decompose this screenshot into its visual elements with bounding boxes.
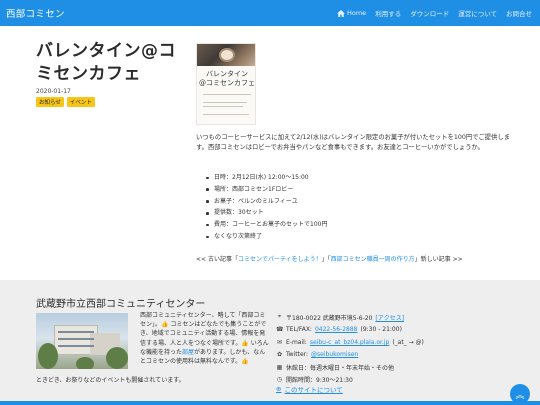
article-date: 2020-01-17 bbox=[36, 88, 71, 95]
building-photo bbox=[36, 313, 128, 369]
twitter-row: ✿ Twitter: @seibukomisen bbox=[276, 351, 359, 359]
nav-item-contact[interactable]: お問合せ bbox=[506, 8, 532, 18]
info-icon: ⊕ bbox=[276, 385, 282, 393]
list-item: お菓子：ペルンのミルフィーユ bbox=[206, 196, 327, 208]
home-icon bbox=[337, 9, 345, 17]
double-chevron-up-icon: ︽ bbox=[515, 390, 525, 401]
thumbs-up-icon: 👍 bbox=[241, 358, 249, 366]
poster-text-line bbox=[203, 114, 249, 115]
event-details-list: 日時：2月12日(水) 12:00～15:00 場所：西部コミセン1Fロビー お… bbox=[206, 172, 327, 243]
org-name: 武蔵野市立西部コミュニティセンター bbox=[36, 299, 206, 310]
twitter-icon: ✿ bbox=[276, 351, 283, 359]
event-poster-image[interactable]: バレンタイン @コミセンカフェ bbox=[196, 43, 256, 125]
calendar-icon: ▦ bbox=[276, 363, 283, 371]
list-item: なくなり次第終了 bbox=[206, 231, 327, 243]
article-tags: お知らせ イベント bbox=[36, 97, 95, 107]
thumbs-up-icon: 👍 bbox=[241, 339, 249, 347]
contact-info: ⌖ 〒180-0022 武蔵野市境5-6-20 [アクセス] ☎ TEL/FAX… bbox=[276, 311, 424, 386]
list-item: 場所：西部コミセン1Fロビー bbox=[206, 184, 327, 196]
address-row: ⌖ 〒180-0022 武蔵野市境5-6-20 [アクセス] bbox=[277, 313, 405, 322]
map-marker-icon: ⌖ bbox=[277, 313, 282, 321]
access-link[interactable]: [アクセス] bbox=[375, 313, 404, 322]
tel-link[interactable]: 0422-56-2888 bbox=[315, 326, 358, 333]
post-pager: << 古い記事「コミセンでパーティをしよう！」「西部コミセン職員一周の作り方」新… bbox=[196, 256, 463, 263]
rooms-link[interactable]: 部屋 bbox=[182, 349, 194, 356]
email-link[interactable]: seibu-c_at_bz04.plala.or.jp bbox=[310, 339, 389, 346]
prev-post-link[interactable]: コミセンでパーティをしよう！ bbox=[238, 256, 322, 263]
list-item: 提供数：30セット bbox=[206, 207, 327, 219]
poster-text-line bbox=[203, 94, 251, 95]
list-item: 日時：2月12日(水) 12:00～15:00 bbox=[206, 172, 327, 184]
nav-item-download[interactable]: ダウンロード bbox=[410, 8, 449, 18]
nav-menu: Home 利用する ダウンロード 運営について お問合せ bbox=[337, 8, 532, 18]
twitter-link[interactable]: @seibukomisen bbox=[311, 351, 358, 358]
email-row: ✉ E-mail: seibu-c_at_bz04.plala.or.jp (_… bbox=[276, 338, 424, 346]
clock-icon: ◷ bbox=[276, 376, 283, 384]
bottom-bar bbox=[0, 401, 540, 405]
list-item: 費用：コーヒーとお菓子のセットで100円 bbox=[206, 219, 327, 231]
site-brand[interactable]: 西部コミセン bbox=[6, 6, 65, 20]
footer-description-tail: ときどき、お祭りなどのイベントも開催されています。 bbox=[36, 377, 185, 384]
tel-row: ☎ TEL/FAX: 0422-56-2888 (9:30 - 21:00) bbox=[276, 326, 402, 334]
footer-description: 西部コミュニティセンター、略して「西部コミセン」。👍 コミセンはどなたでも集うこ… bbox=[140, 312, 269, 366]
next-post-link[interactable]: 西部コミセン職員一周の作り方 bbox=[331, 256, 415, 263]
tag-news[interactable]: お知らせ bbox=[36, 97, 64, 107]
nav-item-use[interactable]: 利用する bbox=[375, 8, 401, 18]
article-title: バレンタイン@コミセンカフェ bbox=[36, 41, 176, 84]
nav-item-home[interactable]: Home bbox=[337, 8, 366, 18]
nav-item-about[interactable]: 運営について bbox=[458, 8, 497, 18]
top-navbar: 西部コミセン Home 利用する ダウンロード 運営について お問合せ bbox=[0, 0, 540, 26]
tag-event[interactable]: イベント bbox=[66, 97, 95, 107]
phone-icon: ☎ bbox=[276, 326, 284, 334]
about-site-link[interactable]: ⊕ このサイトについて bbox=[276, 384, 343, 394]
coffee-cup-icon bbox=[219, 48, 235, 62]
poster-text-line bbox=[203, 102, 247, 103]
thumbs-up-icon: 👍 bbox=[161, 321, 169, 329]
envelope-icon: ✉ bbox=[276, 338, 283, 346]
nav-item-label: Home bbox=[346, 9, 367, 17]
closed-days-row: ▦ 休館日：毎週木曜日・年末年始・その他 bbox=[276, 363, 395, 372]
poster-title: バレンタイン @コミセンカフェ bbox=[199, 70, 255, 87]
poster-text-line bbox=[203, 106, 243, 107]
article-body: いつものコーヒーサービスに加えて2/12(水)はバレンタイン限定のお菓子が付いた… bbox=[196, 134, 510, 151]
